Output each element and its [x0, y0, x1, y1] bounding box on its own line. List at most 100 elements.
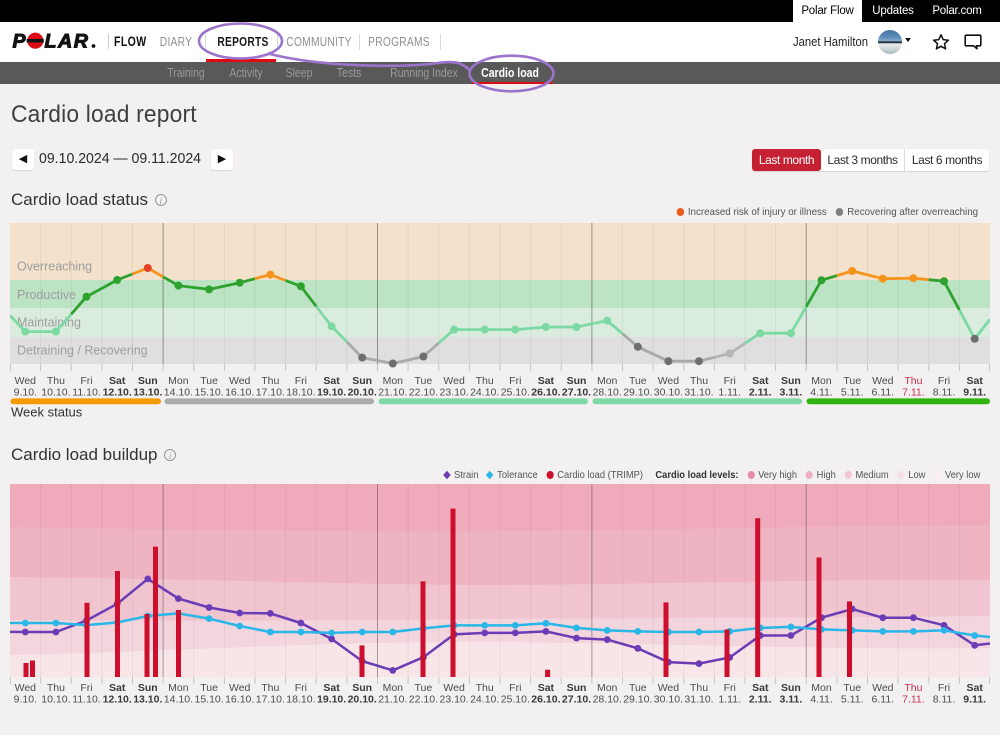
- svg-text:Sat: Sat: [538, 682, 555, 694]
- svg-text:20.10.: 20.10.: [348, 694, 377, 706]
- svg-text:Fri: Fri: [938, 682, 950, 694]
- svg-text:17.10.: 17.10.: [256, 694, 285, 706]
- svg-text:21.10.: 21.10.: [378, 387, 407, 399]
- svg-text:15.10.: 15.10.: [194, 694, 223, 706]
- svg-text:Mon: Mon: [811, 682, 832, 694]
- svg-text:3.11.: 3.11.: [780, 694, 803, 706]
- svg-text:8.11.: 8.11.: [933, 387, 956, 399]
- svg-text:16.10.: 16.10.: [225, 694, 254, 706]
- svg-text:Detraining / Recovering: Detraining / Recovering: [17, 344, 148, 358]
- svg-text:11.10.: 11.10.: [72, 694, 100, 706]
- svg-text:Tue: Tue: [629, 375, 647, 387]
- svg-text:Wed: Wed: [443, 682, 465, 694]
- svg-text:26.10.: 26.10.: [531, 387, 560, 399]
- svg-text:Maintaining: Maintaining: [17, 316, 81, 330]
- svg-text:29.10.: 29.10.: [623, 387, 652, 399]
- svg-text:Thu: Thu: [261, 375, 279, 387]
- svg-text:Fri: Fri: [80, 682, 92, 694]
- svg-text:29.10.: 29.10.: [623, 694, 652, 706]
- svg-text:Fri: Fri: [509, 375, 521, 387]
- svg-text:Overreaching: Overreaching: [17, 260, 92, 274]
- svg-text:Wed: Wed: [872, 682, 894, 694]
- svg-text:Thu: Thu: [690, 682, 708, 694]
- svg-text:31.10.: 31.10.: [684, 694, 713, 706]
- svg-text:27.10.: 27.10.: [562, 387, 591, 399]
- svg-text:Sat: Sat: [323, 682, 340, 694]
- svg-text:Sat: Sat: [109, 682, 126, 694]
- svg-text:23.10.: 23.10.: [439, 387, 468, 399]
- svg-text:Wed: Wed: [872, 375, 894, 387]
- svg-text:Tue: Tue: [200, 375, 218, 387]
- svg-text:9.10.: 9.10.: [14, 387, 37, 399]
- svg-text:18.10.: 18.10.: [286, 387, 315, 399]
- svg-text:Sun: Sun: [781, 682, 801, 694]
- svg-text:Fri: Fri: [724, 375, 736, 387]
- svg-text:11.10.: 11.10.: [72, 387, 100, 399]
- svg-text:Mon: Mon: [597, 682, 618, 694]
- svg-text:8.11.: 8.11.: [933, 694, 956, 706]
- svg-text:27.10.: 27.10.: [562, 694, 591, 706]
- svg-text:7.11.: 7.11.: [902, 694, 925, 706]
- svg-text:Thu: Thu: [690, 375, 708, 387]
- svg-text:Thu: Thu: [904, 375, 922, 387]
- svg-text:Sun: Sun: [352, 682, 372, 694]
- svg-text:5.11.: 5.11.: [841, 694, 864, 706]
- svg-text:4.11.: 4.11.: [810, 694, 833, 706]
- svg-text:Thu: Thu: [261, 682, 279, 694]
- svg-text:Sun: Sun: [352, 375, 372, 387]
- svg-text:Wed: Wed: [443, 375, 465, 387]
- svg-text:14.10.: 14.10.: [164, 387, 193, 399]
- svg-text:Thu: Thu: [476, 375, 494, 387]
- svg-text:Sun: Sun: [567, 682, 587, 694]
- svg-text:Sun: Sun: [567, 375, 587, 387]
- svg-text:Sat: Sat: [752, 375, 769, 387]
- svg-text:Wed: Wed: [658, 682, 680, 694]
- svg-text:Tue: Tue: [415, 375, 433, 387]
- svg-text:28.10.: 28.10.: [593, 387, 622, 399]
- svg-text:Thu: Thu: [47, 375, 65, 387]
- svg-text:30.10.: 30.10.: [654, 694, 683, 706]
- svg-text:Fri: Fri: [724, 682, 736, 694]
- svg-text:Mon: Mon: [168, 682, 189, 694]
- svg-text:7.11.: 7.11.: [902, 387, 925, 399]
- svg-text:Tue: Tue: [415, 682, 433, 694]
- svg-text:Sun: Sun: [781, 375, 801, 387]
- svg-text:23.10.: 23.10.: [439, 694, 468, 706]
- svg-text:6.11.: 6.11.: [872, 694, 895, 706]
- svg-text:28.10.: 28.10.: [593, 694, 622, 706]
- svg-text:Fri: Fri: [295, 682, 307, 694]
- svg-text:10.10.: 10.10.: [41, 387, 70, 399]
- svg-text:6.11.: 6.11.: [872, 387, 895, 399]
- svg-text:2.11.: 2.11.: [749, 694, 772, 706]
- svg-text:Thu: Thu: [904, 682, 922, 694]
- svg-text:2.11.: 2.11.: [749, 387, 772, 399]
- svg-text:13.10.: 13.10.: [133, 694, 162, 706]
- svg-text:19.10.: 19.10.: [317, 694, 346, 706]
- svg-text:Wed: Wed: [15, 375, 37, 387]
- svg-text:18.10.: 18.10.: [286, 694, 315, 706]
- svg-text:P: P: [13, 32, 26, 53]
- svg-text:Tue: Tue: [629, 682, 647, 694]
- svg-text:12.10.: 12.10.: [103, 694, 132, 706]
- svg-text:3.11.: 3.11.: [780, 387, 803, 399]
- svg-text:1.11.: 1.11.: [718, 387, 741, 399]
- svg-text:Sat: Sat: [538, 375, 555, 387]
- svg-text:Tue: Tue: [843, 375, 861, 387]
- svg-text:9.11.: 9.11.: [963, 694, 986, 706]
- svg-text:Sat: Sat: [967, 375, 984, 387]
- svg-text:12.10.: 12.10.: [103, 387, 132, 399]
- svg-text:Thu: Thu: [47, 682, 65, 694]
- svg-text:5.11.: 5.11.: [841, 387, 864, 399]
- svg-text:30.10.: 30.10.: [654, 387, 683, 399]
- svg-text:21.10.: 21.10.: [378, 694, 407, 706]
- svg-text:Wed: Wed: [229, 375, 251, 387]
- svg-text:19.10.: 19.10.: [317, 387, 346, 399]
- svg-text:22.10.: 22.10.: [409, 694, 438, 706]
- svg-text:Thu: Thu: [476, 682, 494, 694]
- svg-text:Fri: Fri: [509, 682, 521, 694]
- svg-text:Wed: Wed: [658, 375, 680, 387]
- svg-text:Tue: Tue: [200, 682, 218, 694]
- svg-text:24.10.: 24.10.: [470, 694, 499, 706]
- svg-text:Sat: Sat: [752, 682, 769, 694]
- svg-text:20.10.: 20.10.: [348, 387, 377, 399]
